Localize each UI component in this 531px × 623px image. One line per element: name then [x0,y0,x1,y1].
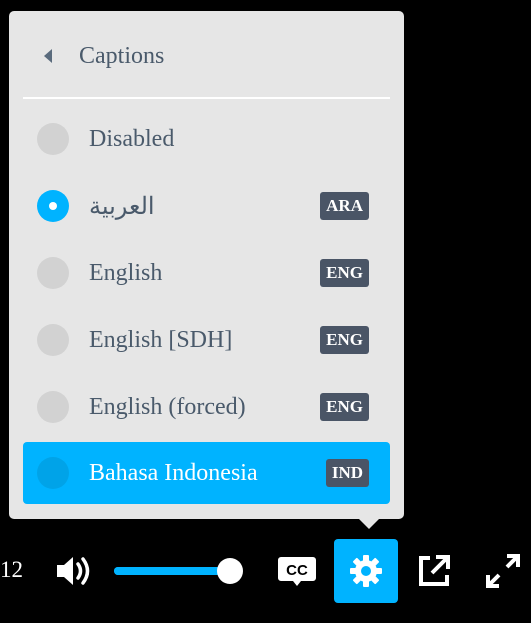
popout-button[interactable] [402,539,466,603]
captions-icon: CC [278,557,316,586]
radio-button[interactable] [37,457,69,489]
caption-option-arabic[interactable]: العربية ARA [23,175,390,237]
language-badge: ENG [320,393,369,421]
divider [23,97,390,99]
option-label: English [89,259,163,286]
volume-icon [57,557,90,585]
option-label: Disabled [89,125,175,152]
option-label: English (forced) [89,393,246,420]
caption-option-disabled[interactable]: Disabled [23,108,390,170]
radio-button[interactable] [37,123,69,155]
volume-fill [114,567,230,575]
captions-menu: Captions Disabled العربية ARA English EN… [9,11,404,529]
caption-option-bahasa-indonesia[interactable]: Bahasa Indonesia IND [23,442,390,504]
settings-button[interactable] [334,539,398,603]
option-label: Bahasa Indonesia [89,459,258,486]
fullscreen-icon [486,554,520,588]
settings-icon [350,555,382,587]
option-label: العربية [89,193,155,220]
radio-button[interactable] [37,324,69,356]
fullscreen-button[interactable] [471,539,531,603]
volume-thumb[interactable] [216,558,243,584]
caption-option-english-sdh[interactable]: English [SDH] ENG [23,309,390,371]
captions-back-button[interactable]: Captions [23,35,390,77]
chevron-left-icon [44,49,52,63]
caption-option-english-forced[interactable]: English (forced) ENG [23,376,390,438]
popout-icon [419,555,450,586]
mute-button[interactable] [40,539,104,603]
captions-button[interactable]: CC [265,539,329,603]
caption-option-english[interactable]: English ENG [23,242,390,304]
option-label: English [SDH] [89,326,233,353]
svg-text:CC: CC [286,562,308,579]
language-badge: ENG [320,326,369,354]
radio-button[interactable] [37,257,69,289]
radio-button[interactable] [37,190,69,222]
language-badge: ENG [320,259,369,287]
language-badge: ARA [320,192,369,220]
player-controls: 12 CC [0,537,531,607]
menu-title: Captions [79,42,165,69]
time-display: 12 [0,557,23,582]
radio-button[interactable] [37,391,69,423]
language-badge: IND [325,459,369,487]
